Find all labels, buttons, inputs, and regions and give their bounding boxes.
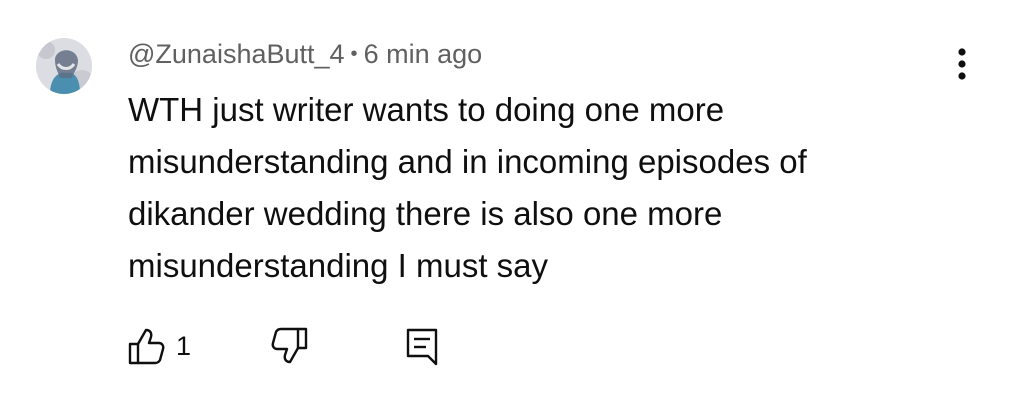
comment-text-line: misunderstanding I must say — [128, 247, 549, 284]
avatar[interactable] — [36, 38, 92, 94]
meta-separator: • — [350, 43, 358, 65]
comment-text: WTH just writer wants to doing one more … — [128, 84, 948, 292]
comment-meta: @ZunaishaButt_4 • 6 min ago — [128, 36, 482, 72]
comment-text-line: misunderstanding and in incoming episode… — [128, 143, 807, 180]
thumb-down-icon — [271, 327, 308, 364]
dislike-button[interactable] — [270, 322, 310, 370]
author-name[interactable]: @ZunaishaButt_4 — [128, 39, 345, 69]
comment-time: 6 min ago — [363, 39, 483, 69]
thumb-up-icon — [128, 328, 165, 365]
like-count: 1 — [176, 330, 192, 361]
comment-menu-button[interactable] — [944, 42, 980, 86]
comment-text-line: dikander wedding there is also one more — [128, 195, 723, 232]
avatar-image — [36, 38, 92, 94]
reply-comment-icon — [406, 328, 438, 366]
like-button[interactable]: 1 — [126, 322, 191, 370]
comment-text-line: WTH just writer wants to doing one more — [128, 91, 725, 128]
comment-item: @ZunaishaButt_4 • 6 min ago WTH just write… — [0, 0, 1024, 408]
reply-button[interactable] — [402, 322, 442, 370]
more-vert-icon — [958, 48, 966, 80]
